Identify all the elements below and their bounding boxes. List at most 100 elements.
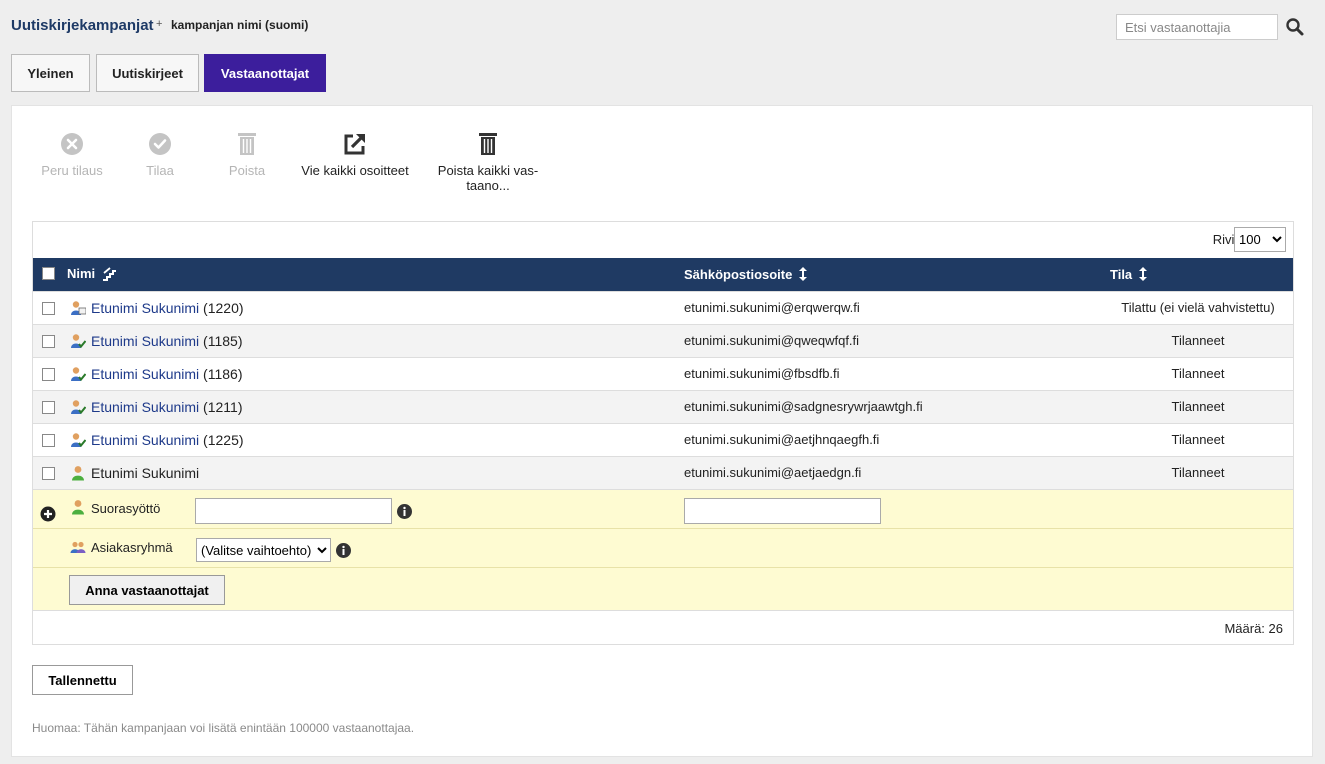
- recipient-email: etunimi.sukunimi@aetjhnqaegfh.fi: [684, 432, 880, 447]
- delete-all-label-line1: Poista kaikki vas-: [437, 163, 539, 178]
- delete-button[interactable]: Poista: [207, 131, 287, 178]
- breadcrumb-parent[interactable]: Uutiskirjekampanjat: [11, 17, 154, 34]
- table-row: Etunimi Sukunimi (1211) etunimi.sukunimi…: [33, 390, 1293, 423]
- recipient-id: (1185): [203, 333, 243, 349]
- breadcrumb-separator: +: [156, 18, 163, 30]
- sort-icon: [799, 267, 808, 281]
- delete-all-button[interactable]: Poista kaikki vas- taano...: [432, 131, 544, 193]
- unsubscribe-label: Peru tilaus: [41, 163, 103, 178]
- trash-icon: [238, 133, 256, 155]
- info-icon[interactable]: [336, 543, 351, 558]
- save-button[interactable]: Tallennettu: [32, 665, 133, 695]
- recipient-link[interactable]: Etunimi Sukunimi: [91, 399, 199, 415]
- row-checkbox[interactable]: [42, 401, 55, 414]
- customer-group-select[interactable]: (Valitse vaihtoehto): [196, 538, 331, 562]
- column-header-email[interactable]: Sähköpostiosoite: [684, 266, 808, 282]
- customer-group-row: Asiakasryhmä (Valitse vaihtoehto): [33, 529, 1293, 568]
- check-circle-icon: [149, 133, 171, 155]
- search-icon[interactable]: [1285, 17, 1305, 37]
- recipient-id: (1220): [203, 300, 244, 316]
- delete-label: Poista: [228, 163, 266, 178]
- user-group-icon: [70, 541, 86, 553]
- table-row: Etunimi Sukunimi (1220) etunimi.sukunimi…: [33, 291, 1293, 324]
- tab-recipients[interactable]: Vastaanottajat: [204, 54, 326, 92]
- info-icon[interactable]: [397, 504, 412, 519]
- row-checkbox[interactable]: [42, 368, 55, 381]
- table-row: Etunimi Sukunimi (1225) etunimi.sukunimi…: [33, 423, 1293, 456]
- recipient-id: (1211): [203, 399, 243, 415]
- recipient-email: etunimi.sukunimi@fbsdfb.fi: [684, 366, 840, 381]
- user-check-icon: [71, 367, 86, 382]
- recipient-link[interactable]: Etunimi Sukunimi: [91, 366, 199, 382]
- tab-newsletters[interactable]: Uutiskirjeet: [96, 54, 199, 92]
- user-check-icon: [71, 433, 86, 448]
- recipient-link[interactable]: Etunimi Sukunimi: [91, 333, 199, 349]
- export-all-button[interactable]: Vie kaikki osoitteet: [296, 131, 414, 178]
- direct-entry-name-input[interactable]: [195, 498, 392, 524]
- user-icon: [72, 466, 84, 481]
- recipient-email: etunimi.sukunimi@sadgnesrywrjaawtgh.fi: [684, 399, 923, 414]
- add-recipients-area: Suorasyöttö Asiakasryhmä (Valitse vaihto…: [33, 489, 1293, 610]
- recipient-link[interactable]: Etunimi Sukunimi: [91, 300, 199, 316]
- recipient-status: Tilattu (ei vielä vahvistettu): [1121, 300, 1275, 315]
- grid-top-bar: Rivit 100: [33, 222, 1293, 258]
- row-checkbox[interactable]: [42, 302, 55, 315]
- column-name-label: Nimi: [67, 266, 96, 281]
- sort-icon: [1139, 267, 1148, 281]
- table-row: Etunimi Sukunimi etunimi.sukunimi@aetjae…: [33, 456, 1293, 489]
- column-header-name[interactable]: Nimi: [67, 266, 117, 281]
- user-icon: [72, 500, 84, 515]
- plus-circle-icon[interactable]: [40, 506, 56, 522]
- recipient-name: Etunimi Sukunimi (1186): [91, 366, 242, 382]
- limit-note: Huomaa: Tähän kampanjaan voi lisätä enin…: [32, 721, 415, 735]
- unsubscribe-button[interactable]: Peru tilaus: [32, 131, 112, 178]
- recipient-name: Etunimi Sukunimi (1185): [91, 333, 242, 349]
- search-input[interactable]: [1116, 14, 1278, 40]
- recipient-email: etunimi.sukunimi@erqwerqw.fi: [684, 300, 860, 315]
- recipient-name: Etunimi Sukunimi (1211): [91, 399, 242, 415]
- column-email-label: Sähköpostiosoite: [684, 266, 793, 282]
- recipient-link[interactable]: Etunimi Sukunimi: [91, 432, 199, 448]
- main-panel: Peru tilaus Tilaa Poista Vie kaikki osoi…: [11, 105, 1313, 757]
- direct-entry-email-input[interactable]: [684, 498, 881, 524]
- customer-group-label: Asiakasryhmä: [91, 540, 173, 555]
- external-link-icon: [344, 134, 365, 155]
- subscribe-button[interactable]: Tilaa: [120, 131, 200, 178]
- column-header-status[interactable]: Tila: [1110, 266, 1148, 282]
- grid-footer: Määrä: 26: [33, 610, 1293, 644]
- recipient-name: Etunimi Sukunimi: [91, 465, 200, 481]
- subscribe-label: Tilaa: [146, 163, 174, 178]
- recipient-count: Määrä: 26: [1224, 621, 1283, 636]
- recipient-id: (1186): [203, 366, 243, 382]
- table-row: Etunimi Sukunimi (1185) etunimi.sukunimi…: [33, 324, 1293, 357]
- user-check-icon: [71, 400, 86, 415]
- add-recipients-button[interactable]: Anna vastaanottajat: [69, 575, 225, 605]
- recipient-name: Etunimi Sukunimi (1220): [91, 300, 244, 316]
- direct-entry-row: Suorasyöttö: [33, 490, 1293, 529]
- rows-per-page-select[interactable]: 100: [1234, 227, 1286, 252]
- trash-icon: [479, 133, 497, 155]
- x-circle-icon: [61, 133, 83, 155]
- export-all-label: Vie kaikki osoitteet: [301, 163, 409, 178]
- row-checkbox[interactable]: [42, 335, 55, 348]
- recipient-id: (1225): [203, 432, 244, 448]
- recipient-status: Tilanneet: [1171, 333, 1225, 348]
- recipient-status: Tilanneet: [1171, 432, 1225, 447]
- delete-all-label-line2: taano...: [466, 178, 510, 193]
- recipient-email: etunimi.sukunimi@aetjaedgn.fi: [684, 465, 862, 480]
- tab-general[interactable]: Yleinen: [11, 54, 90, 92]
- recipient-name: Etunimi Sukunimi (1225): [91, 432, 244, 448]
- add-submit-row: Anna vastaanottajat: [33, 568, 1293, 610]
- user-check-icon: [71, 334, 86, 349]
- row-checkbox[interactable]: [42, 467, 55, 480]
- table-row: Etunimi Sukunimi (1186) etunimi.sukunimi…: [33, 357, 1293, 390]
- breadcrumb-current: kampanjan nimi (suomi): [171, 18, 309, 32]
- recipient-status: Tilanneet: [1171, 399, 1225, 414]
- table-header: Nimi Sähköpostiosoite Tila: [33, 258, 1293, 291]
- row-checkbox[interactable]: [42, 434, 55, 447]
- recipients-grid: Rivit 100 Nimi Sähköpostiosoite Tila Etu…: [32, 221, 1294, 645]
- user-card-icon: [71, 301, 86, 315]
- select-all-checkbox[interactable]: [42, 267, 55, 280]
- recipient-status: Tilanneet: [1171, 465, 1225, 480]
- sort-desc-icon: [103, 266, 117, 281]
